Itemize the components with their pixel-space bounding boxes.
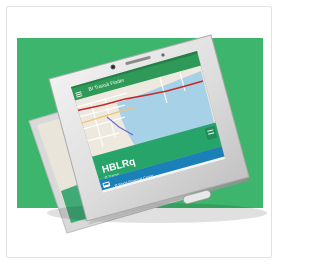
phone-mockup-scene: BI Transit Finder HBLRq Ø Transit Ø Worl… bbox=[28, 34, 267, 234]
phone-shadow bbox=[47, 203, 267, 223]
front-camera-icon bbox=[110, 64, 116, 70]
image-frame: BI Transit Finder HBLRq Ø Transit Ø Worl… bbox=[6, 6, 272, 258]
sensor-icon bbox=[161, 53, 165, 57]
